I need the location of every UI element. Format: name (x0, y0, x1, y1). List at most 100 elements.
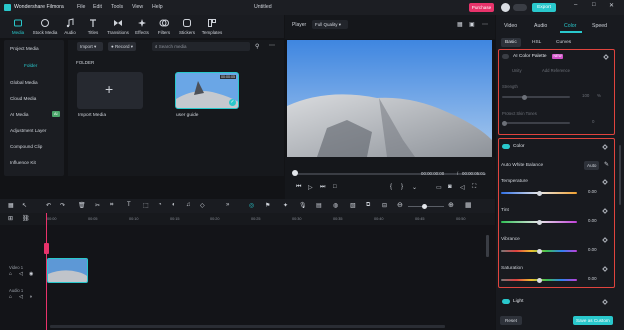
user-avatar[interactable] (501, 3, 510, 12)
tab-transitions[interactable]: Transitions (104, 18, 132, 35)
fullscreen-icon[interactable]: ⛶ (472, 184, 476, 191)
crop-icon[interactable]: ⌗ (110, 202, 113, 209)
zoom-out-icon[interactable]: ⊖ (397, 201, 403, 209)
vibrance-knob[interactable] (536, 248, 542, 254)
eyedropper-icon[interactable]: ✎ (604, 161, 609, 168)
sidebar-item-folder[interactable]: Folder (24, 63, 37, 68)
volume-icon[interactable]: ◁ (460, 184, 465, 191)
light-keyframe-icon[interactable] (602, 299, 608, 305)
strength-slider[interactable] (502, 94, 570, 100)
mask-icon[interactable]: ◍ (333, 202, 338, 209)
ai-tool-icon[interactable]: ✦ (283, 202, 288, 209)
tab-titles[interactable]: Titles (83, 18, 103, 35)
temperature-value[interactable]: 0.00 (588, 189, 597, 194)
more-icon[interactable]: ⋯ (269, 42, 275, 49)
color-toggle[interactable] (502, 144, 510, 149)
tab-effects[interactable]: Effects (132, 18, 152, 35)
split-icon[interactable]: ✂ (95, 202, 100, 209)
text-tool-icon[interactable]: T (127, 202, 131, 208)
tint-value[interactable]: 0.00 (588, 218, 597, 223)
protect-skin-slider[interactable] (502, 120, 570, 126)
temperature-keyframe-icon[interactable] (602, 179, 608, 185)
inspector-scrollbar[interactable] (619, 145, 621, 205)
video-preview[interactable] (287, 40, 492, 157)
vibrance-keyframe-icon[interactable] (602, 237, 608, 243)
audio-lock-icon[interactable]: ⌂ (9, 294, 12, 300)
playhead-handle[interactable] (44, 243, 49, 254)
search-input[interactable]: ⌕ Search media (152, 42, 250, 51)
protect-skin-value[interactable]: 0 (592, 119, 594, 124)
audio-headphone-icon[interactable]: ◑ (29, 294, 32, 300)
import-media-tile[interactable]: + (77, 72, 143, 109)
strength-value[interactable]: 100 (582, 93, 589, 98)
layout-icon[interactable]: ▦ (8, 202, 14, 209)
minimize-icon[interactable]: – (574, 2, 577, 8)
menu-file[interactable]: File (77, 4, 85, 10)
keyframe-tool-icon[interactable]: ◇ (200, 202, 205, 209)
menu-help[interactable]: Help (152, 4, 163, 10)
tab-filters[interactable]: Filters (154, 18, 174, 35)
tab-stock-media[interactable]: Stock Media (30, 18, 60, 35)
ai-palette-add-reference[interactable]: Add Reference (542, 68, 570, 73)
tab-speed[interactable]: Speed (592, 23, 607, 29)
auto-button[interactable]: Auto (584, 161, 600, 170)
save-as-custom-button[interactable]: Save as Custom (573, 316, 613, 325)
sidebar-item-cloud-media[interactable]: Cloud Media (10, 96, 36, 101)
close-icon[interactable]: ✕ (609, 2, 614, 9)
audio-tool-icon[interactable]: ♫ (186, 202, 191, 208)
video-clip[interactable] (47, 258, 88, 283)
light-toggle[interactable] (502, 299, 510, 304)
temperature-slider[interactable] (501, 190, 577, 196)
zoom-in-icon[interactable]: ⊕ (448, 201, 454, 209)
fit-icon[interactable]: ⊟ (382, 202, 387, 209)
timeline-hscroll[interactable] (50, 325, 445, 328)
menu-view[interactable]: View (132, 4, 143, 10)
toggle-icon[interactable] (513, 4, 527, 11)
monitor-icon[interactable]: ▭ (436, 184, 442, 191)
saturation-slider[interactable] (501, 277, 577, 283)
sidebar-item-compound-clip[interactable]: Compound Clip (10, 144, 42, 149)
mark-out-icon[interactable]: } (401, 184, 403, 190)
tab-templates[interactable]: Templates (199, 18, 225, 35)
clip-tool-icon[interactable]: ▤ (316, 202, 322, 209)
tab-video[interactable]: Video (504, 23, 517, 29)
select-icon[interactable]: ↖ (22, 202, 27, 209)
record-dropdown[interactable]: ● Record ▾ (108, 42, 136, 51)
lock-icon[interactable]: ⌂ (9, 271, 12, 277)
audio-mute-icon[interactable]: ◁ (19, 294, 23, 300)
subtab-curves[interactable]: Curves (552, 38, 575, 47)
tab-media[interactable]: Media (8, 18, 28, 35)
tab-audio-inspector[interactable]: Audio (534, 23, 547, 29)
ai-palette-option-unity[interactable]: Unity (512, 68, 522, 73)
chevron-down-icon[interactable]: ⌄ (412, 184, 417, 191)
add-track-icon[interactable]: ⊞ (8, 215, 13, 222)
timeline-grid-icon[interactable]: ▦ (465, 201, 472, 209)
tab-color[interactable]: Color (564, 23, 576, 29)
import-dropdown[interactable]: Import ▾ (77, 42, 103, 51)
caption-icon[interactable]: ⧉ (366, 202, 370, 209)
undo-icon[interactable]: ↶ (46, 202, 51, 209)
scrubber-handle[interactable] (292, 170, 298, 176)
tint-keyframe-icon[interactable] (602, 208, 608, 214)
reset-button[interactable]: Reset (500, 316, 523, 325)
menu-edit[interactable]: Edit (93, 4, 102, 10)
color-match-icon[interactable]: ◐ (172, 202, 176, 208)
sidebar-item-global-media[interactable]: Global Media (10, 80, 38, 85)
subtab-hsl[interactable]: HSL (528, 38, 545, 47)
grid-icon[interactable]: ▦ (457, 21, 463, 28)
eye-icon[interactable]: ◉ (29, 271, 33, 277)
next-frame-icon[interactable]: ⏭ (320, 184, 325, 191)
timeline-vscroll[interactable] (486, 235, 489, 257)
sidebar-item-adjustment-layer[interactable]: Adjustment Layer (10, 128, 46, 133)
zoom-knob[interactable] (422, 203, 427, 209)
volume-track-icon[interactable]: ◁ (19, 271, 23, 277)
menu-tools[interactable]: Tools (111, 4, 123, 10)
sidebar-item-influence-kit[interactable]: Influence Kit (10, 160, 36, 165)
vibrance-value[interactable]: 0.00 (588, 247, 597, 252)
more-options-icon[interactable]: ⋯ (482, 21, 488, 28)
quality-dropdown[interactable]: Full Quality ▾ (312, 20, 348, 29)
saturation-keyframe-icon[interactable] (602, 266, 608, 272)
render-icon[interactable]: ▧ (350, 202, 356, 209)
vibrance-slider[interactable] (501, 248, 577, 254)
maximize-icon[interactable]: □ (592, 2, 596, 8)
